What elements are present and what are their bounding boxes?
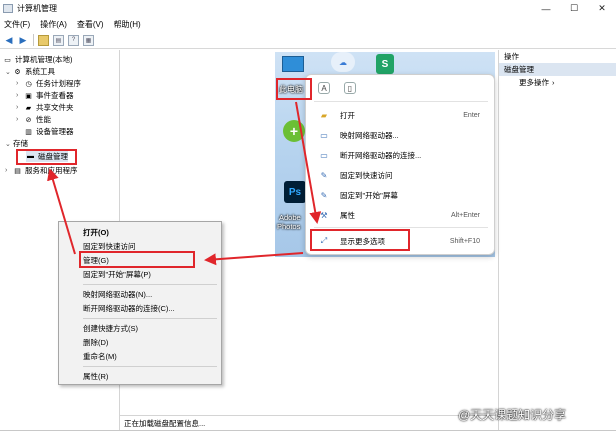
arrow-to-show-more xyxy=(295,101,322,224)
watermark: @天天课题知识分享 xyxy=(458,408,567,422)
arrow-to-disk-management xyxy=(47,168,76,255)
annotation-arrows xyxy=(47,101,322,266)
arrow-to-manage xyxy=(204,252,304,266)
